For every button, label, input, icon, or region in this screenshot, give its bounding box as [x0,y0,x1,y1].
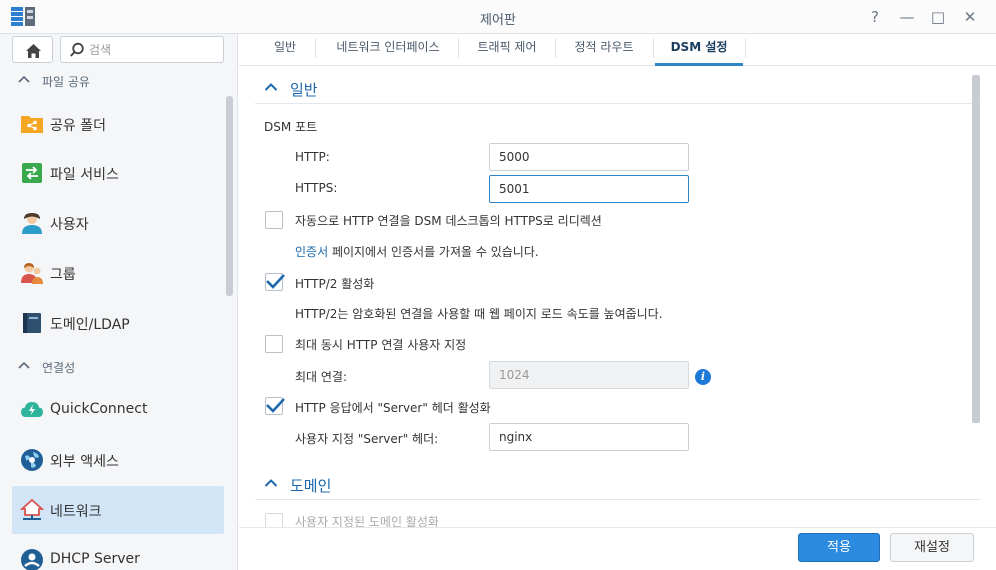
sidebar-item-group[interactable]: 그룹 [12,249,224,297]
sidebar-item-file-services[interactable]: 파일 서비스 [12,149,224,197]
minimize-button[interactable]: — [897,7,917,27]
quickconnect-icon [21,402,43,417]
maximize-button[interactable]: □ [928,7,948,27]
custom-domain-checkbox[interactable] [265,513,283,527]
sidebar-item-label: DHCP Server [50,551,140,567]
sidebar-item-label: 네트워크 [50,504,102,520]
network-icon [20,498,44,520]
sidebar-item-network[interactable]: 네트워크 [12,486,224,534]
redirect-https-checkbox[interactable] [265,211,283,229]
chevron-up-icon [264,83,278,91]
max-connections-enable-label: 최대 동시 HTTP 연결 사용자 지정 [295,338,467,352]
tab-separator [555,38,556,58]
http-port-label: HTTP: [295,150,330,164]
help-button[interactable]: ? [865,7,885,27]
content-scrollbar[interactable] [972,75,980,423]
sidebar-item-label: 외부 액세스 [50,454,119,470]
sidebar-item-label: 파일 서비스 [50,167,119,183]
sidebar-item-dhcp-server[interactable]: DHCP Server [12,536,224,570]
http-port-input[interactable]: 5000 [489,143,689,171]
external-access-icon [21,449,43,471]
reset-button[interactable]: 재설정 [890,533,974,562]
chevron-up-icon [18,75,30,83]
server-header-label: HTTP 응답에서 "Server" 헤더 활성화 [295,401,491,415]
custom-server-header-input[interactable]: nginx [489,423,689,451]
certificate-hint: 인증서 페이지에서 인증서를 가져올 수 있습니다. [295,243,539,260]
http2-description: HTTP/2는 암호화된 연결을 사용할 때 웹 페이지 로드 속도를 높여줍니… [295,307,663,321]
server-header-checkbox[interactable] [265,397,285,415]
https-port-input[interactable]: 5001 [489,175,689,203]
search-box [60,36,224,63]
sidebar-item-label: 사용자 [50,217,89,233]
apply-button[interactable]: 적용 [798,533,880,562]
tab-bar: 일반 네트워크 인터페이스 트래픽 제어 정적 라우트 DSM 설정 [239,34,996,66]
footer-bar: 적용 재설정 [239,527,996,570]
home-icon [26,44,41,58]
custom-server-header-label: 사용자 지정 "Server" 헤더: [295,432,439,446]
custom-domain-label: 사용자 지정된 도메인 활성화 [295,515,439,527]
redirect-https-label: 자동으로 HTTP 연결을 DSM 데스크톱의 HTTPS로 리디렉션 [295,214,602,228]
tab-separator [315,38,316,58]
tab-separator [653,38,654,58]
sidebar-item-label: 공유 폴더 [50,118,106,134]
tab-general[interactable]: 일반 [259,34,311,66]
section-connectivity[interactable]: 연결성 [0,352,226,382]
tab-separator [745,38,746,58]
section-title: 일반 [290,81,318,99]
home-button[interactable] [12,36,53,63]
domain-ldap-icon [23,313,41,333]
certificate-link[interactable]: 인증서 [295,245,328,259]
sidebar-item-quickconnect[interactable]: QuickConnect [12,386,224,434]
certificate-hint-text: 페이지에서 인증서를 가져올 수 있습니다. [328,245,539,259]
checkmark-icon [266,398,285,413]
checkmark-icon [266,274,285,289]
section-label: 파일 공유 [42,75,90,89]
close-button[interactable]: ✕ [960,7,980,27]
window-title: 제어판 [480,13,516,28]
info-icon[interactable]: i [695,369,711,385]
chevron-up-icon [264,479,278,487]
tab-separator [458,38,459,58]
user-icon [22,213,42,234]
search-icon [70,42,84,57]
sidebar: 파일 공유 공유 폴더 파일 서비스 사용자 [0,34,238,570]
tab-static-route[interactable]: 정적 라우트 [557,34,651,66]
chevron-up-icon [18,361,30,369]
tab-dsm-settings[interactable]: DSM 설정 [655,34,743,66]
sidebar-item-external-access[interactable]: 외부 액세스 [12,436,224,484]
tab-traffic-control[interactable]: 트래픽 제어 [460,34,554,66]
search-input[interactable] [89,40,217,60]
sidebar-item-label: QuickConnect [50,401,148,417]
divider [255,103,981,104]
sidebar-item-shared-folder[interactable]: 공유 폴더 [12,100,224,148]
shared-folder-icon [21,116,43,133]
max-connections-input[interactable]: 1024 [489,361,689,389]
https-port-label: HTTPS: [295,181,338,195]
sidebar-item-label: 도메인/LDAP [50,317,130,333]
tab-network-interface[interactable]: 네트워크 인터페이스 [317,34,459,66]
sidebar-item-domain-ldap[interactable]: 도메인/LDAP [12,299,224,347]
group-icon [21,263,43,284]
title-bar: 제어판 ? — □ ✕ [0,0,996,34]
sidebar-scrollbar[interactable] [226,96,233,296]
dsm-port-label: DSM 포트 [264,120,318,134]
section-title: 도메인 [290,477,332,495]
section-label: 연결성 [42,361,76,375]
http2-label: HTTP/2 활성화 [295,277,375,291]
http2-checkbox[interactable] [265,273,285,291]
main-content: 일반 DSM 포트 HTTP: 5000 HTTPS: 5001 자동으로 HT… [239,67,996,527]
dhcp-server-icon [21,549,43,570]
file-services-icon [22,163,42,183]
max-connections-label: 최대 연결: [295,370,348,384]
max-connections-checkbox[interactable] [265,335,283,353]
section-file-sharing[interactable]: 파일 공유 [0,66,226,96]
sidebar-item-user[interactable]: 사용자 [12,199,224,247]
sidebar-item-label: 그룹 [50,267,76,283]
divider [255,499,981,500]
